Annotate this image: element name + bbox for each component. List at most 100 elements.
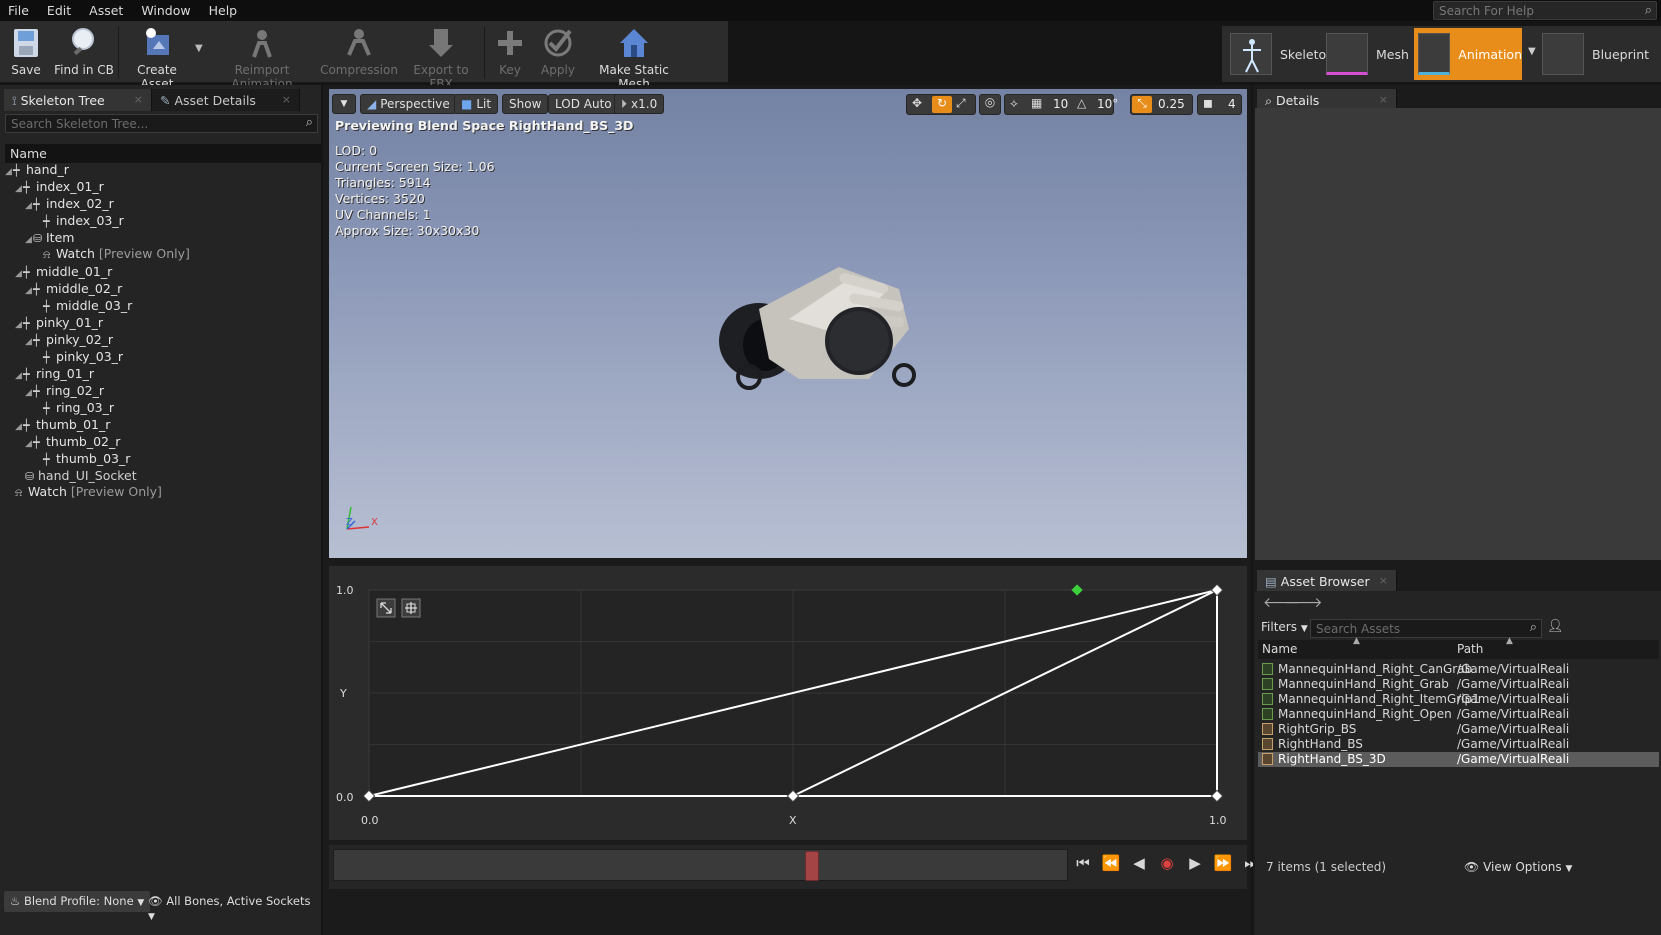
- key-button[interactable]: Key: [492, 25, 528, 81]
- skip-to-start-icon[interactable]: ⏮: [1072, 854, 1094, 872]
- blend-profile-dropdown[interactable]: ♨ Blend Profile: None ▼: [4, 891, 151, 912]
- viewport[interactable]: ▼ ◢ Perspective ■ Lit Show LOD Auto ⏵ x1.0 …: [329, 89, 1247, 558]
- close-icon[interactable]: ×: [134, 93, 143, 106]
- playback-speed-button[interactable]: ⏵ x1.0: [614, 94, 665, 114]
- tree-row[interactable]: ⍾ Watch [Preview Only]: [43, 246, 190, 263]
- create-asset-button[interactable]: Create Asset: [122, 25, 192, 91]
- collapse-arrow-icon[interactable]: ◢: [15, 422, 23, 432]
- collapse-arrow-icon[interactable]: ◢: [15, 371, 23, 381]
- tree-row[interactable]: ⛁ hand_UI_Socket: [25, 468, 137, 485]
- collapse-arrow-icon[interactable]: ◢: [5, 167, 13, 177]
- list-item[interactable]: RightHand_BS/Game/VirtualReali: [1258, 737, 1659, 752]
- list-item-selected[interactable]: RightHand_BS_3D/Game/VirtualReali: [1258, 752, 1659, 767]
- skeleton-search-input[interactable]: Search Skeleton Tree... ⌕: [5, 114, 318, 133]
- tree-row[interactable]: ◢┿ middle_01_r: [15, 264, 112, 281]
- compression-button[interactable]: Compression: [318, 25, 400, 81]
- tree-row[interactable]: ◢┿ index_01_r: [15, 179, 104, 196]
- record-icon[interactable]: ◉: [1156, 854, 1178, 872]
- filters-dropdown[interactable]: Filters ▼: [1261, 620, 1308, 634]
- view-options-button[interactable]: 👁︎ View Options ▼: [1464, 860, 1572, 874]
- close-icon[interactable]: ×: [282, 93, 291, 106]
- tree-row[interactable]: ┿ index_03_r: [43, 213, 124, 230]
- lod-button[interactable]: LOD Auto: [548, 94, 619, 114]
- make-static-mesh-button[interactable]: Make Static Mesh: [586, 25, 682, 91]
- translate-icon[interactable]: ✥: [912, 96, 922, 110]
- tree-row[interactable]: ◢┿ pinky_01_r: [15, 315, 103, 332]
- close-icon[interactable]: ×: [1379, 93, 1388, 106]
- scale-snap-value[interactable]: 0.25: [1158, 97, 1185, 111]
- user-icon[interactable]: 👤︎: [1547, 619, 1564, 634]
- close-icon[interactable]: ×: [1379, 574, 1388, 587]
- camera-speed-value[interactable]: 4: [1228, 97, 1236, 111]
- grid-snap-icon[interactable]: ▦: [1031, 96, 1042, 110]
- scrub-bar[interactable]: [333, 849, 1068, 881]
- menu-file[interactable]: File: [0, 3, 39, 18]
- perspective-button[interactable]: ◢ Perspective: [360, 94, 457, 114]
- blend-space-canvas[interactable]: 1.0 Y 0.0 0.0 X 1.0: [329, 566, 1247, 840]
- collapse-arrow-icon[interactable]: ◢: [25, 388, 33, 398]
- lit-button[interactable]: ■ Lit: [454, 94, 499, 114]
- animation-dropdown-icon[interactable]: ▼: [1528, 46, 1536, 57]
- save-button[interactable]: Save: [4, 25, 48, 81]
- apply-button[interactable]: Apply: [538, 25, 578, 81]
- tree-row[interactable]: ┿ pinky_03_r: [43, 349, 123, 366]
- mode-mesh[interactable]: Mesh: [1326, 28, 1410, 80]
- collapse-arrow-icon[interactable]: ◢: [25, 439, 33, 449]
- collapse-arrow-icon[interactable]: ◢: [25, 201, 33, 211]
- collapse-arrow-icon[interactable]: ◢: [25, 235, 33, 245]
- column-path[interactable]: Path: [1457, 642, 1483, 656]
- blend-space-graph[interactable]: 1.0 Y 0.0 0.0 X 1.0: [329, 566, 1247, 840]
- collapse-arrow-icon[interactable]: ◢: [25, 286, 33, 296]
- camera-speed-icon[interactable]: ◼: [1203, 96, 1213, 110]
- collapse-arrow-icon[interactable]: ◢: [15, 184, 23, 194]
- tree-row[interactable]: ◢┿ thumb_01_r: [15, 417, 110, 434]
- column-name[interactable]: Name: [1262, 642, 1297, 656]
- mode-animation[interactable]: Animation: [1414, 28, 1522, 80]
- show-button[interactable]: Show: [502, 94, 549, 114]
- play-icon[interactable]: ▶: [1184, 854, 1206, 872]
- grid-size-value[interactable]: 10: [1053, 97, 1068, 111]
- step-back-icon[interactable]: ⏪: [1100, 854, 1122, 872]
- tree-row[interactable]: ┿ ring_03_r: [43, 400, 114, 417]
- list-item[interactable]: MannequinHand_Right_Grab/Game/VirtualRea…: [1258, 677, 1659, 692]
- tab-asset-details[interactable]: ✎ Asset Details ×: [152, 89, 300, 111]
- tree-row[interactable]: ⍾ Watch [Preview Only]: [15, 484, 162, 501]
- collapse-arrow-icon[interactable]: ◢: [15, 320, 23, 330]
- scale-icon[interactable]: ⤢: [956, 96, 966, 111]
- export-to-fbx-button[interactable]: Export to FBX: [403, 25, 479, 91]
- list-item[interactable]: MannequinHand_Right_Open/Game/VirtualRea…: [1258, 707, 1659, 722]
- tree-row[interactable]: ┿ middle_03_r: [43, 298, 132, 315]
- tree-row[interactable]: ◢┿ thumb_02_r: [25, 434, 120, 451]
- bones-filter-dropdown[interactable]: 👁︎ All Bones, Active Sockets ▼: [148, 894, 321, 922]
- list-item[interactable]: MannequinHand_Right_ItemGrip1/Game/Virtu…: [1258, 692, 1659, 707]
- play-reverse-icon[interactable]: ◀: [1128, 854, 1150, 872]
- scrub-handle[interactable]: [805, 851, 819, 881]
- surface-snap-icon[interactable]: ⟡: [1010, 96, 1018, 111]
- tree-row[interactable]: ◢┿ index_02_r: [25, 196, 114, 213]
- tab-skeleton-tree[interactable]: ⟟ Skeleton Tree ×: [4, 89, 152, 111]
- collapse-arrow-icon[interactable]: ◢: [25, 337, 33, 347]
- list-item[interactable]: RightGrip_BS/Game/VirtualReali: [1258, 722, 1659, 737]
- tree-row[interactable]: ◢┿ ring_02_r: [25, 383, 104, 400]
- menu-edit[interactable]: Edit: [39, 3, 81, 18]
- reimport-animation-button[interactable]: Reimport Animation: [210, 25, 314, 91]
- tree-row[interactable]: ◢┿ middle_02_r: [25, 281, 122, 298]
- world-local-icon[interactable]: ◎: [979, 94, 1001, 115]
- step-forward-icon[interactable]: ⏩: [1212, 854, 1234, 872]
- tree-row[interactable]: ◢┿ pinky_02_r: [25, 332, 113, 349]
- rotation-snap-icon[interactable]: △: [1077, 96, 1086, 110]
- tree-row[interactable]: ┿ thumb_03_r: [43, 451, 130, 468]
- fit-view-icon[interactable]: [376, 598, 396, 618]
- scale-snap-icon[interactable]: ⤡: [1132, 96, 1152, 113]
- help-search-input[interactable]: Search For Help ⌕: [1433, 1, 1657, 20]
- viewport-options-button[interactable]: ▼: [332, 94, 356, 114]
- tab-asset-browser[interactable]: ▤ Asset Browser ×: [1257, 570, 1397, 592]
- grid-toggle-icon[interactable]: [401, 598, 421, 618]
- create-asset-dropdown-icon[interactable]: ▼: [195, 43, 203, 54]
- menu-help[interactable]: Help: [201, 3, 248, 18]
- find-in-cb-button[interactable]: Find in CB: [52, 25, 116, 81]
- menu-window[interactable]: Window: [133, 3, 200, 18]
- mode-skeleton[interactable]: Skeleton: [1230, 28, 1334, 80]
- forward-arrow-icon[interactable]: 🡒: [1285, 594, 1323, 611]
- tree-row[interactable]: ◢⛁ Item: [25, 230, 74, 247]
